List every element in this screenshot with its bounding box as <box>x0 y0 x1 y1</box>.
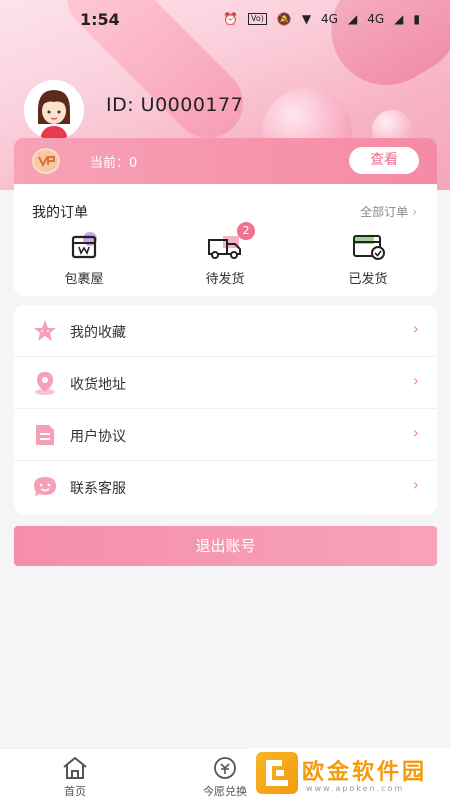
orders-title: 我的订单 <box>32 205 88 221</box>
orders-card: 我的订单 全部订单 › 包裹屋 2 待发货 已发货 <box>14 184 437 296</box>
vip-coin-icon <box>32 148 60 174</box>
chevron-right-icon: › <box>412 423 419 442</box>
watermark-text: 欧金软件园 <box>302 760 428 785</box>
truck-icon: 2 <box>205 222 255 262</box>
wifi-icon: ▼ <box>301 12 312 26</box>
document-icon <box>32 422 58 448</box>
view-button[interactable]: 查看 <box>349 147 419 174</box>
all-orders-link[interactable]: 全部订单 › <box>360 203 417 220</box>
avatar[interactable] <box>24 80 84 140</box>
status-icons: ⏰ Vo) 🔕 ▼ 4G ◢ 4G ◢ ▮ <box>223 12 420 26</box>
logout-button[interactable]: 退出账号 <box>14 526 437 566</box>
status-time: 1:54 <box>80 10 120 29</box>
order-item-shipped[interactable]: 已发货 <box>318 230 418 287</box>
package-house-icon <box>64 230 104 262</box>
signal-label-2: 4G <box>367 12 385 26</box>
menu-item-address[interactable]: 收货地址 › <box>14 357 437 409</box>
menu-item-label: 用户协议 <box>70 429 126 445</box>
order-item-label: 包裹屋 <box>64 272 104 287</box>
signal-icon-2: ◢ <box>394 12 404 26</box>
star-icon <box>32 318 58 344</box>
home-icon <box>35 755 115 781</box>
alarm-icon: ⏰ <box>223 12 238 26</box>
chevron-right-icon: › <box>412 319 419 338</box>
signal-label: 4G <box>321 12 338 26</box>
watermark-logo-icon <box>256 752 298 794</box>
all-orders-label: 全部订单 <box>360 205 409 219</box>
signal-icon: ◢ <box>347 12 358 26</box>
avatar-girl-icon <box>24 80 84 140</box>
chevron-right-icon: › <box>412 205 417 219</box>
user-id: ID: U0000177 <box>106 94 244 116</box>
menu-item-label: 我的收藏 <box>70 325 126 341</box>
menu-item-favorites[interactable]: 我的收藏 › <box>14 305 437 357</box>
points-bar: 当前：0 查看 <box>14 138 437 184</box>
status-bar: 1:54 ⏰ Vo) 🔕 ▼ 4G ◢ 4G ◢ ▮ <box>0 0 450 40</box>
chevron-right-icon: › <box>412 371 419 390</box>
menu-item-label: 收货地址 <box>70 377 126 393</box>
volte-icon: Vo) <box>247 13 267 25</box>
points-value: 0 <box>129 156 138 171</box>
tab-home[interactable]: 首页 <box>35 755 115 799</box>
order-item-label: 待发货 <box>205 272 245 287</box>
mute-icon: 🔕 <box>276 12 292 26</box>
order-item-pending-shipment[interactable]: 2 待发货 <box>175 222 275 287</box>
menu-item-label: 联系客服 <box>70 481 126 497</box>
order-item-package-house[interactable]: 包裹屋 <box>34 230 134 287</box>
battery-icon: ▮ <box>413 12 420 26</box>
watermark-url: www.apoken.com <box>306 784 405 793</box>
tab-label: 首页 <box>64 785 86 798</box>
chevron-right-icon: › <box>412 475 419 494</box>
order-item-label: 已发货 <box>348 272 388 287</box>
points-label: 当前： <box>90 156 130 171</box>
chat-icon <box>32 474 58 500</box>
shipped-box-icon <box>348 230 388 262</box>
location-icon <box>32 370 58 396</box>
points-count: 当前：0 <box>90 152 137 171</box>
watermark: 欧金软件园 www.apoken.com <box>250 748 450 800</box>
pending-badge: 2 <box>237 222 255 240</box>
menu-card: 我的收藏 › 收货地址 › 用户协议 › 联系客服 › <box>14 305 437 515</box>
menu-item-customer-service[interactable]: 联系客服 › <box>14 461 437 513</box>
menu-item-user-agreement[interactable]: 用户协议 › <box>14 409 437 461</box>
